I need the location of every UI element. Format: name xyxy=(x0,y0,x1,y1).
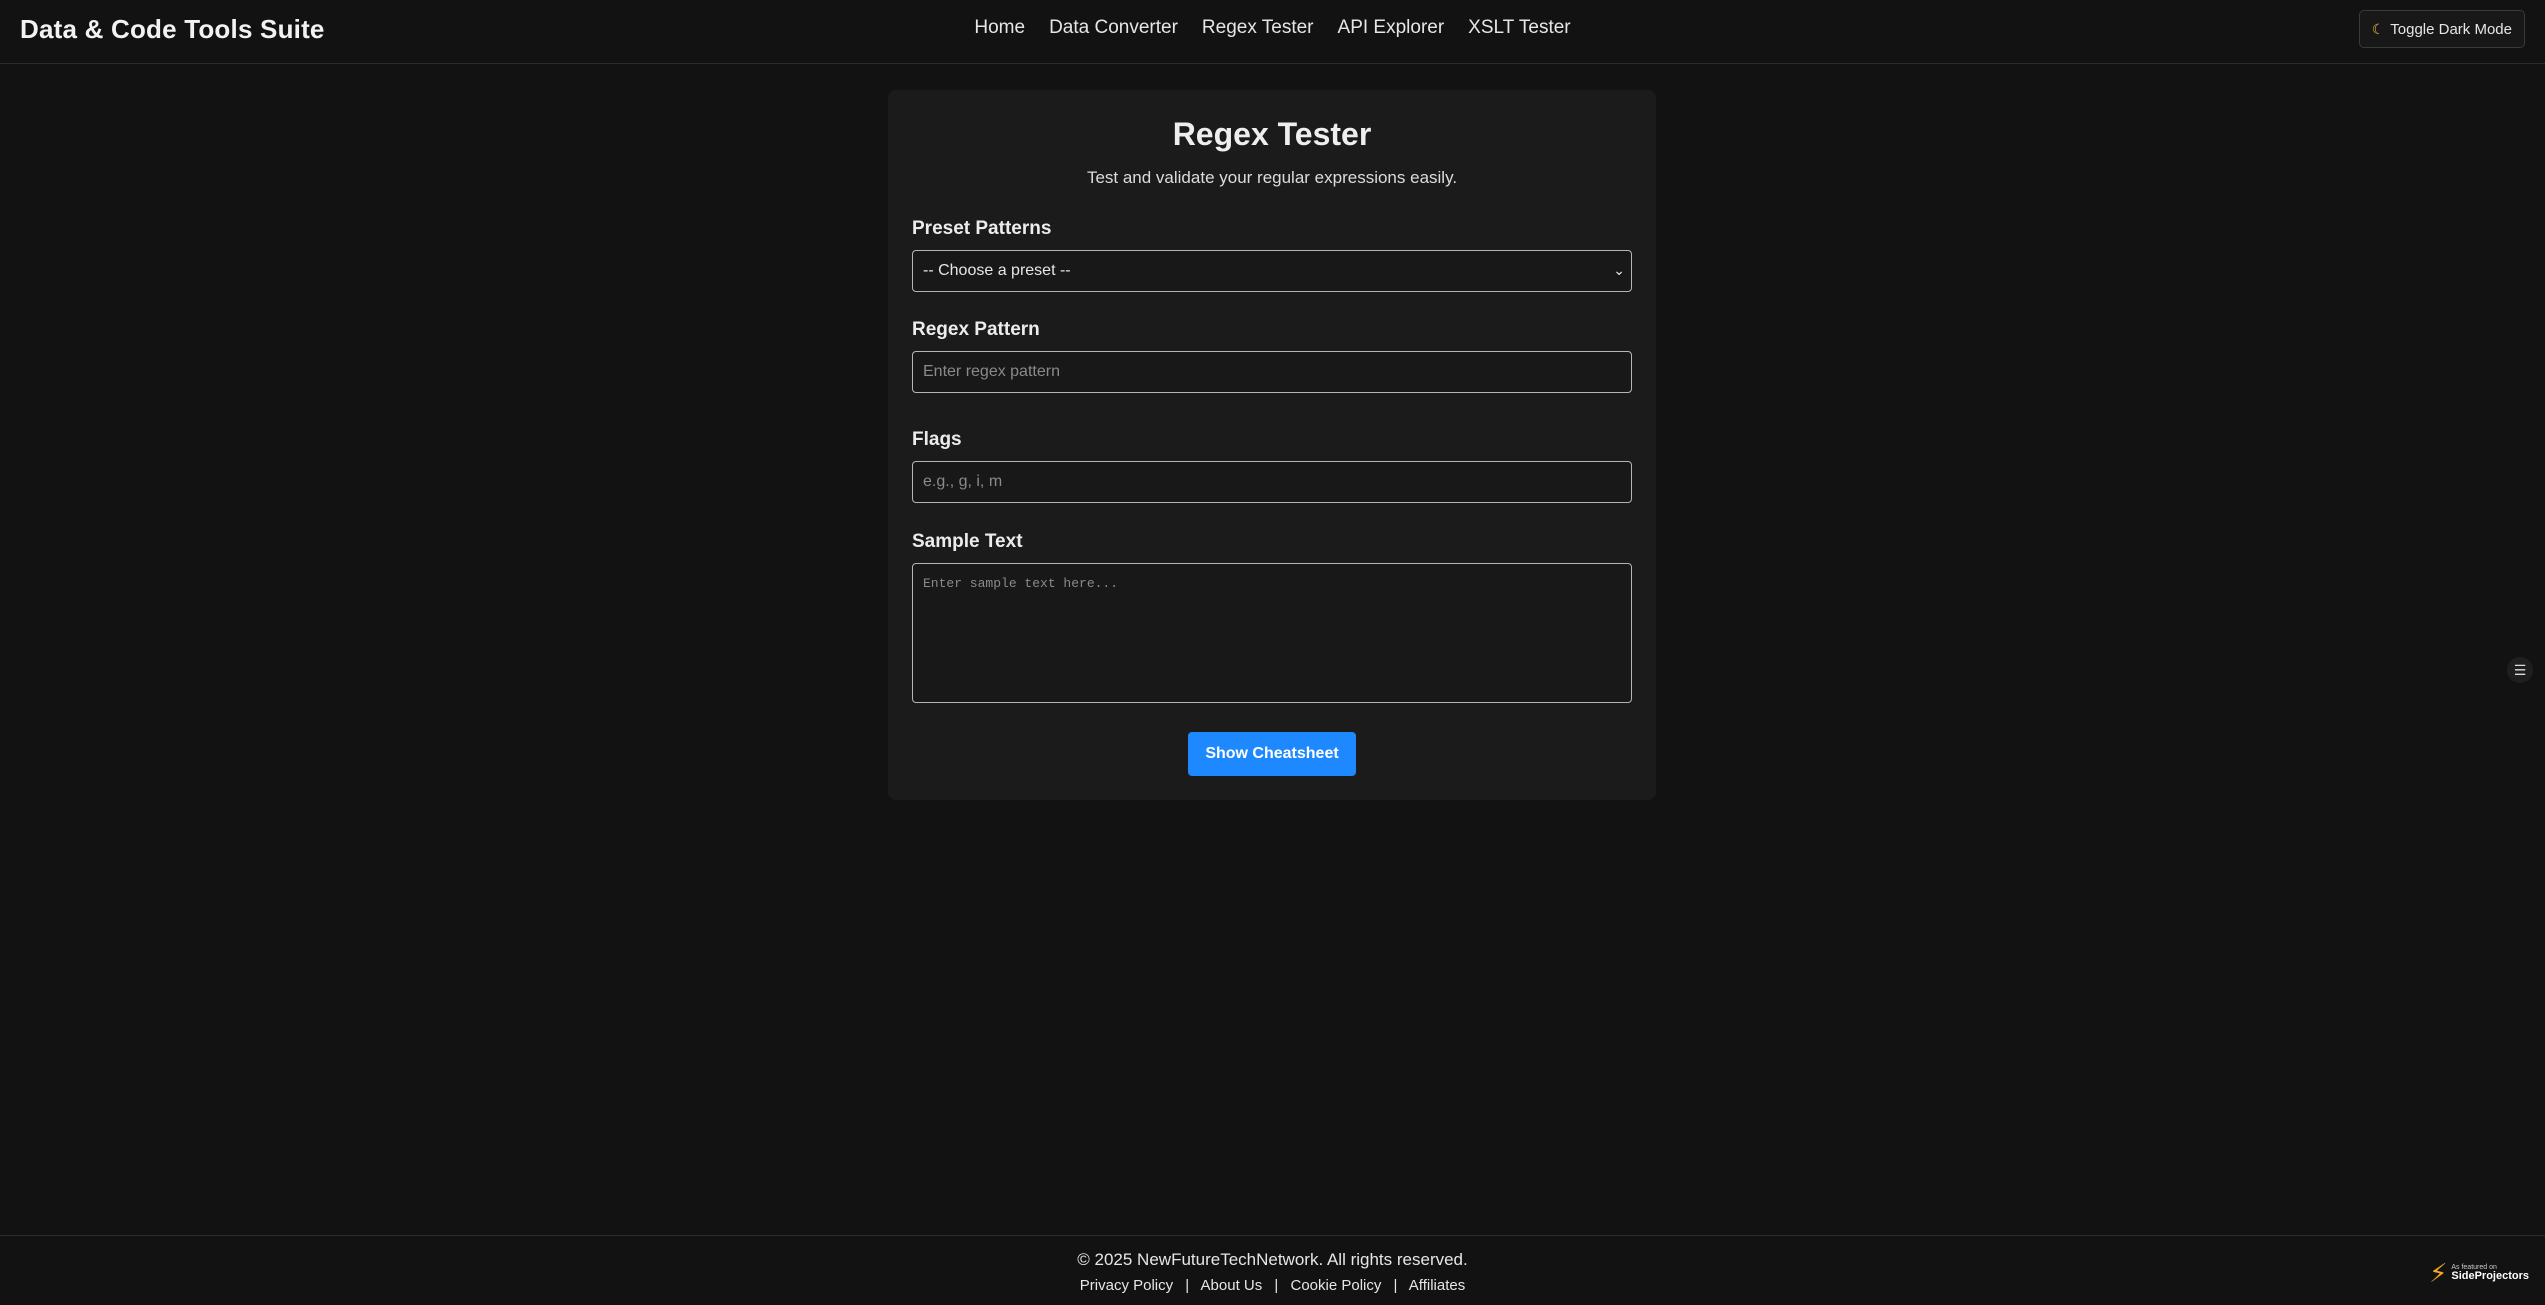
footer-links: Privacy Policy | About Us | Cookie Polic… xyxy=(0,1277,2545,1294)
flags-label: Flags xyxy=(912,429,962,450)
badge-big-text: SideProjectors xyxy=(2451,1270,2529,1282)
flags-input[interactable]: e.g., g, i, m xyxy=(912,461,1632,503)
sample-text-area[interactable]: Enter sample text here... xyxy=(912,563,1632,703)
footer-link-affiliates[interactable]: Affiliates xyxy=(1409,1277,1465,1294)
footer-link-cookie-policy[interactable]: Cookie Policy xyxy=(1291,1277,1382,1294)
page-title: Regex Tester xyxy=(1172,116,1372,152)
chevron-down-icon: ⌄ xyxy=(1613,262,1625,278)
nav-api-explorer[interactable]: API Explorer xyxy=(1338,17,1445,39)
nav-regex-tester[interactable]: Regex Tester xyxy=(1202,17,1314,39)
sideprojectors-badge[interactable]: ⚡ As featured on SideProjectors xyxy=(2429,1258,2529,1288)
nav-xslt-tester[interactable]: XSLT Tester xyxy=(1468,17,1570,39)
footer-separator: | xyxy=(1185,1277,1190,1294)
lightning-bolt-icon: ⚡ xyxy=(2429,1258,2448,1288)
nav-home[interactable]: Home xyxy=(974,17,1025,39)
footer-separator: | xyxy=(1274,1277,1279,1294)
sample-text-label: Sample Text xyxy=(912,531,1023,552)
page-subtitle: Test and validate your regular expressio… xyxy=(1086,168,1458,187)
show-cheatsheet-button[interactable]: Show Cheatsheet xyxy=(1188,732,1356,776)
copyright-text: © 2025 NewFutureTechNetwork. All rights … xyxy=(1077,1250,1468,1269)
top-header: Data & Code Tools Suite Home Data Conver… xyxy=(0,0,2545,64)
main-nav: Home Data Converter Regex Tester API Exp… xyxy=(0,17,2545,39)
page-footer: © 2025 NewFutureTechNetwork. All rights … xyxy=(0,1235,2545,1305)
regex-pattern-label: Regex Pattern xyxy=(912,319,1040,340)
toggle-dark-mode-label: Toggle Dark Mode xyxy=(2390,20,2512,38)
nav-data-converter[interactable]: Data Converter xyxy=(1049,17,1178,39)
regex-pattern-input[interactable]: Enter regex pattern xyxy=(912,351,1632,393)
footer-link-privacy-policy[interactable]: Privacy Policy xyxy=(1080,1277,1173,1294)
footer-separator: | xyxy=(1393,1277,1398,1294)
moon-icon: ☾ xyxy=(2371,20,2385,37)
footer-link-about-us[interactable]: About Us xyxy=(1201,1277,1263,1294)
preset-patterns-label: Preset Patterns xyxy=(912,218,1052,239)
regex-tester-card: Regex Tester Test and validate your regu… xyxy=(888,90,1656,800)
toggle-dark-mode-button[interactable]: ☾ Toggle Dark Mode xyxy=(2358,10,2525,48)
preset-patterns-select[interactable]: -- Choose a preset -- ⌄ xyxy=(912,250,1632,292)
settings-sliders-icon[interactable]: ☰ xyxy=(2507,657,2533,683)
preset-selected-value: -- Choose a preset -- xyxy=(923,262,1071,279)
